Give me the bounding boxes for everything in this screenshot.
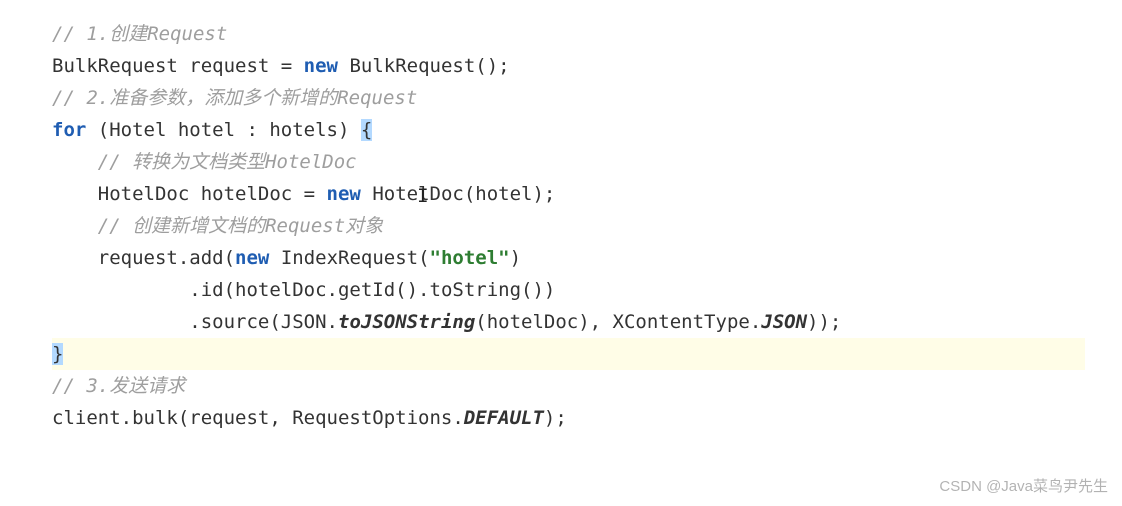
code-text: IndexRequest( [269,247,429,269]
highlight-line: } [52,338,1085,370]
code-text: Hote [361,183,418,205]
keyword-new: new [327,183,361,205]
brace-close-highlight: } [52,343,63,365]
code-text: (hotelDoc), XContentType. [475,311,761,333]
comment-line: // 2.准备参数，添加多个新增的Request [52,87,417,109]
code-block: // 1.创建Request BulkRequest request = new… [0,0,1122,434]
text-cursor: l [418,178,429,210]
brace-open-highlight: { [361,119,372,141]
code-text: request.add( [98,247,235,269]
static-field: JSON [761,311,807,333]
comment-line: // 1.创建Request [52,23,227,45]
string-literal: "hotel" [430,247,510,269]
code-text: ); [544,407,567,429]
comment-line: // 3.发送请求 [52,375,185,397]
comment-line: // 转换为文档类型HotelDoc [98,151,357,173]
keyword-new: new [235,247,269,269]
keyword-new: new [304,55,338,77]
code-text: ) [510,247,521,269]
code-text: BulkRequest(); [338,55,510,77]
code-text: Doc(hotel); [430,183,556,205]
code-text: HotelDoc hotelDoc = [98,183,327,205]
code-text: )); [807,311,841,333]
keyword-for: for [52,119,86,141]
comment-line: // 创建新增文档的Request对象 [98,215,383,237]
static-field: DEFAULT [464,407,544,429]
code-text: .source(JSON. [189,311,338,333]
code-text: BulkRequest request = [52,55,304,77]
static-method: toJSONString [338,311,475,333]
code-text: .id(hotelDoc.getId().toString()) [189,279,555,301]
code-text: client.bulk(request, RequestOptions. [52,407,464,429]
code-text: (Hotel hotel : hotels) [86,119,361,141]
watermark-text: CSDN @Java菜鸟尹先生 [939,475,1108,496]
